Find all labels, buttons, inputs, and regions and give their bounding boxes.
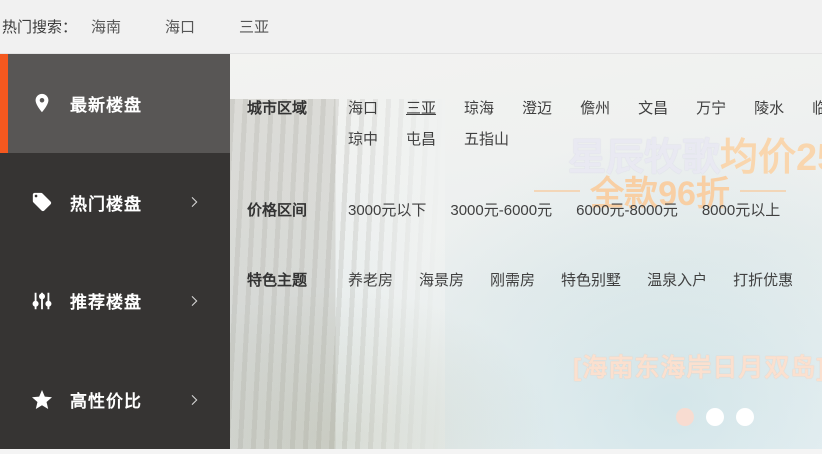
city-link-lingao[interactable]: 临高: [812, 99, 822, 119]
banner-area: 星辰牧歌均价25000元 全款96折 [海南东海岸日月双岛] 城市区域 海口 三…: [230, 54, 822, 449]
theme-link-hotspring[interactable]: 温泉入户: [647, 271, 707, 291]
filter-label-price: 价格区间: [247, 202, 308, 219]
sidebar-item-label: 最新楼盘: [70, 95, 142, 115]
sidebar-item-value[interactable]: 高性价比: [0, 350, 230, 449]
city-link-qiongzhong[interactable]: 琼中: [348, 130, 378, 150]
carousel-dot-3[interactable]: [736, 408, 754, 426]
tag-icon: [30, 190, 54, 214]
filter-label-theme: 特色主题: [247, 272, 308, 289]
carousel-dot-2[interactable]: [706, 408, 724, 426]
hot-search-link-haikou[interactable]: 海口: [165, 16, 195, 37]
filter-row-city: 城市区域 海口 三亚 琼海 澄迈 儋州 文昌 万宁 陵水 临高 琼中: [247, 99, 822, 150]
chevron-right-icon: [186, 194, 202, 210]
carousel-dots: [676, 408, 754, 426]
banner-photo-sea: [392, 149, 822, 449]
city-link-qionghai[interactable]: 琼海: [464, 99, 494, 119]
chevron-right-icon: [186, 392, 202, 408]
page: 热门搜索： 海南 海口 三亚 最新楼盘 热门楼盘 推荐楼盘 高性价比 星辰牧歌均…: [0, 0, 822, 449]
city-link-wanning[interactable]: 万宁: [696, 99, 726, 119]
theme-link-villa[interactable]: 特色别墅: [561, 271, 621, 291]
active-accent-bar: [0, 54, 8, 153]
pin-icon: [30, 91, 54, 115]
sidebar-item-latest[interactable]: 最新楼盘: [0, 54, 230, 153]
city-link-haikou[interactable]: 海口: [348, 99, 378, 119]
city-link-wuzhishan[interactable]: 五指山: [464, 130, 509, 150]
hot-search-bar: 热门搜索： 海南 海口 三亚: [0, 0, 822, 54]
theme-link-retirement[interactable]: 养老房: [348, 271, 393, 291]
city-link-tunchang[interactable]: 屯昌: [406, 130, 436, 150]
hot-search-link-hainan[interactable]: 海南: [91, 16, 121, 37]
filter-row-theme: 特色主题 养老房 海景房 刚需房 特色别墅 温泉入户 打折优惠: [247, 271, 793, 291]
sliders-icon: [30, 289, 54, 313]
price-link-under-3000[interactable]: 3000元以下: [348, 201, 426, 221]
city-link-lingshui[interactable]: 陵水: [754, 99, 784, 119]
filter-label-city: 城市区域: [247, 100, 308, 117]
sidebar-item-label: 热门楼盘: [70, 194, 142, 214]
city-link-chengmai[interactable]: 澄迈: [522, 99, 552, 119]
price-link-over-8000[interactable]: 8000元以上: [702, 201, 780, 221]
hot-search-link-sanya[interactable]: 三亚: [239, 16, 269, 37]
theme-link-discount[interactable]: 打折优惠: [733, 271, 793, 291]
city-links: 海口 三亚 琼海 澄迈 儋州 文昌 万宁 陵水 临高 琼中 屯昌 五指山: [348, 99, 822, 150]
content: 最新楼盘 热门楼盘 推荐楼盘 高性价比 星辰牧歌均价2 全款96折 [海南东海岸…: [0, 54, 822, 449]
star-icon: [30, 388, 54, 412]
price-link-3000-6000[interactable]: 3000元-6000元: [450, 201, 552, 221]
theme-link-seaview[interactable]: 海景房: [419, 271, 464, 291]
sidebar-item-recommended[interactable]: 推荐楼盘: [0, 252, 230, 351]
sidebar-item-label: 推荐楼盘: [70, 293, 142, 313]
chevron-right-icon: [186, 293, 202, 309]
price-link-6000-8000[interactable]: 6000元-8000元: [576, 201, 678, 221]
sidebar-item-label: 高性价比: [70, 392, 142, 412]
city-link-wenchang[interactable]: 文昌: [638, 99, 668, 119]
theme-link-firsthome[interactable]: 刚需房: [490, 271, 535, 291]
carousel-dot-1[interactable]: [676, 408, 694, 426]
filter-row-price: 价格区间 3000元以下 3000元-6000元 6000元-8000元 800…: [247, 201, 780, 221]
city-link-danzhou[interactable]: 儋州: [580, 99, 610, 119]
sidebar-item-hot[interactable]: 热门楼盘: [0, 153, 230, 252]
sidebar: 最新楼盘 热门楼盘 推荐楼盘 高性价比: [0, 54, 230, 449]
hot-search-label: 热门搜索：: [2, 19, 78, 36]
city-link-sanya[interactable]: 三亚: [406, 99, 436, 119]
